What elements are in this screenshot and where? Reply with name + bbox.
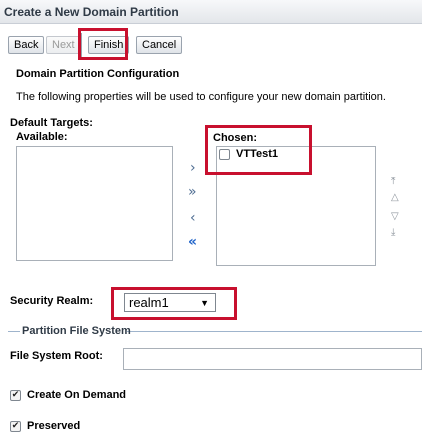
- security-realm-highlight: [111, 287, 237, 320]
- move-up-icon[interactable]: △: [391, 193, 399, 203]
- preserved-label: Preserved: [27, 420, 81, 432]
- create-on-demand-checkbox[interactable]: ✔: [10, 390, 21, 401]
- move-bottom-icon[interactable]: ⤓: [391, 228, 395, 238]
- window-title: Create a New Domain Partition: [0, 0, 422, 24]
- double-chevron-right-icon[interactable]: »: [188, 185, 197, 199]
- next-button[interactable]: Next: [46, 36, 81, 54]
- move-down-icon[interactable]: ▽: [391, 212, 399, 222]
- file-system-root-input[interactable]: [123, 348, 422, 370]
- back-button[interactable]: Back: [8, 36, 45, 54]
- fieldset-line-right: [127, 331, 422, 332]
- config-description: The following properties will be used to…: [16, 91, 386, 103]
- security-realm-label: Security Realm:: [10, 295, 94, 307]
- create-on-demand-label: Create On Demand: [27, 389, 127, 401]
- fieldset-line-left: [8, 331, 20, 332]
- preserved-checkbox[interactable]: ✔: [10, 421, 21, 432]
- file-system-root-label: File System Root:: [10, 350, 103, 362]
- cancel-button[interactable]: Cancel: [136, 36, 183, 54]
- move-top-icon[interactable]: ⤒: [391, 177, 395, 187]
- double-chevron-left-icon[interactable]: «: [188, 235, 197, 249]
- chevron-right-icon[interactable]: ›: [190, 161, 196, 175]
- config-heading: Domain Partition Configuration: [16, 68, 180, 80]
- available-label: Available:: [16, 131, 68, 143]
- finish-highlight: [78, 28, 128, 60]
- chevron-left-icon[interactable]: ‹: [190, 211, 196, 225]
- chosen-highlight: [205, 125, 312, 175]
- default-targets-label: Default Targets:: [10, 117, 93, 129]
- partition-file-system-legend: Partition File System: [22, 325, 131, 337]
- available-list[interactable]: [16, 146, 173, 261]
